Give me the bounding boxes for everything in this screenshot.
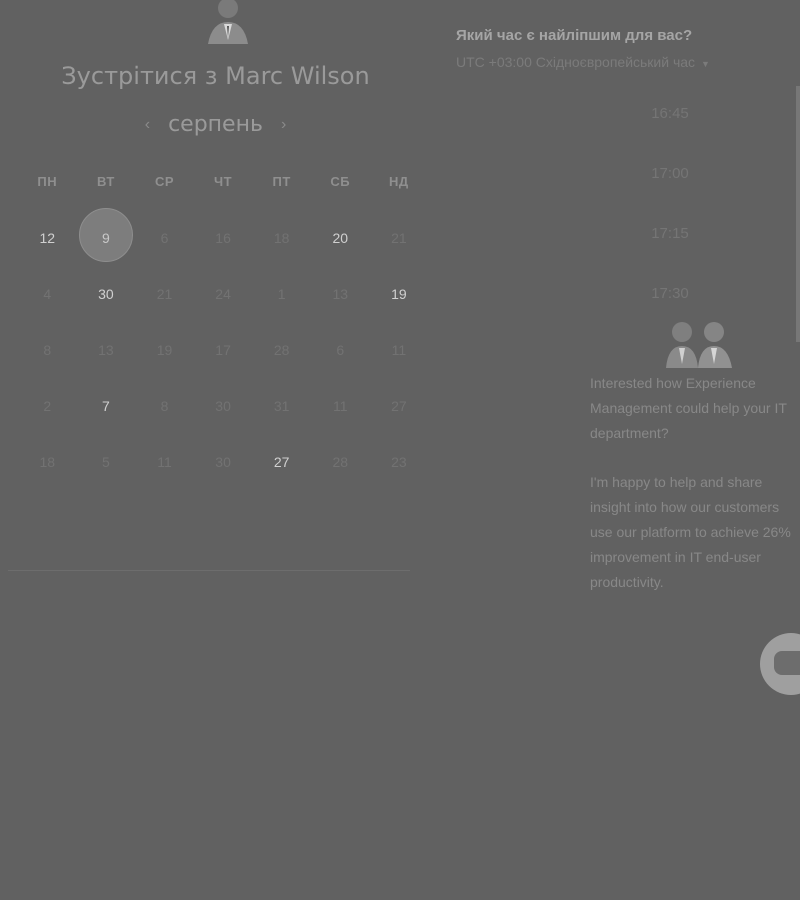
calendar-day[interactable]: 28 <box>311 453 370 509</box>
calendar-day[interactable]: 27 <box>370 397 429 453</box>
calendar-day[interactable]: 19 <box>370 285 429 341</box>
next-month-icon[interactable]: › <box>281 116 286 134</box>
time-slot[interactable]: 17:00 <box>560 148 780 208</box>
calendar-day[interactable]: 31 <box>252 397 311 453</box>
chat-button[interactable] <box>760 633 800 695</box>
calendar-day[interactable]: 5 <box>77 453 136 509</box>
calendar-day[interactable]: 11 <box>135 453 194 509</box>
host-avatar <box>208 0 248 44</box>
weekday-label: СБ <box>330 174 351 189</box>
calendar-day[interactable]: 23 <box>370 453 429 509</box>
calendar-day[interactable]: 16 <box>194 229 253 285</box>
prev-month-icon[interactable]: ‹ <box>145 116 150 134</box>
weekday-label: СР <box>154 174 175 189</box>
calendar-day[interactable]: 21 <box>135 285 194 341</box>
chat-bubble-icon <box>774 651 800 675</box>
month-navigation: ‹ серпень › <box>8 112 423 137</box>
time-slot[interactable]: 16:45 <box>560 88 780 148</box>
calendar-day[interactable]: 20 <box>311 229 370 285</box>
promo-body: I'm happy to help and share insight into… <box>590 474 791 590</box>
team-avatars-icon <box>666 322 732 368</box>
calendar-day[interactable]: 27 <box>252 453 311 509</box>
calendar-week: 18 5 11 30 27 28 23 <box>18 453 430 509</box>
promo-intro: Interested how Experience Management cou… <box>590 375 787 441</box>
calendar-day[interactable]: 21 <box>370 229 429 285</box>
time-question: Який час є найліпшим для вас? <box>456 27 693 44</box>
calendar-day[interactable]: 6 <box>311 341 370 397</box>
calendar-day[interactable]: 4 <box>18 285 77 341</box>
calendar-day[interactable]: 1 <box>252 285 311 341</box>
calendar-day[interactable]: 7 <box>77 397 136 453</box>
calendar-week: 8 13 19 17 28 6 11 <box>18 341 430 397</box>
calendar-week: 2 7 8 30 31 11 27 <box>18 397 430 453</box>
calendar-day[interactable]: 30 <box>194 397 253 453</box>
calendar-day[interactable]: 8 <box>135 397 194 453</box>
booking-page: Зустрітися з Marc Wilson ‹ серпень › ПН … <box>0 0 800 900</box>
calendar-day[interactable]: 28 <box>252 341 311 397</box>
time-slot[interactable]: 17:15 <box>560 208 780 268</box>
calendar-day[interactable]: 30 <box>194 453 253 509</box>
weekday-header: ПН ВТ СР ЧТ ПТ СБ НД <box>18 174 430 189</box>
calendar-day[interactable]: 11 <box>311 397 370 453</box>
calendar-day[interactable]: 18 <box>18 453 77 509</box>
timezone-select[interactable]: UTC +03:00 Східноєвропейський час ▼ <box>456 54 710 70</box>
calendar-week: 4 30 21 24 1 13 19 <box>18 285 430 341</box>
time-slot-list: 16:45 17:00 17:15 17:30 <box>560 88 780 328</box>
calendar-day[interactable]: 2 <box>18 397 77 453</box>
meeting-title: Зустрітися з Marc Wilson <box>61 62 370 90</box>
calendar-day[interactable]: 17 <box>194 341 253 397</box>
weekday-label: ПТ <box>272 174 291 189</box>
calendar-day[interactable]: 6 <box>135 229 194 285</box>
calendar-day[interactable]: 30 <box>77 285 136 341</box>
timezone-label: UTC +03:00 Східноєвропейський час <box>456 54 696 70</box>
time-slot-scrollbar[interactable] <box>796 86 800 342</box>
calendar-panel: Зустрітися з Marc Wilson ‹ серпень › ПН … <box>8 0 410 571</box>
calendar-day[interactable]: 8 <box>18 341 77 397</box>
weekday-label: ПН <box>37 174 58 189</box>
calendar-day[interactable]: 11 <box>370 341 429 397</box>
calendar-day[interactable]: 24 <box>194 285 253 341</box>
calendar-day[interactable]: 13 <box>77 341 136 397</box>
weekday-label: ЧТ <box>214 174 233 189</box>
calendar-day[interactable]: 19 <box>135 341 194 397</box>
weekday-label: НД <box>389 174 409 189</box>
calendar-week: 12 9 6 16 18 20 21 <box>18 208 430 285</box>
calendar-day[interactable]: 13 <box>311 285 370 341</box>
chevron-down-icon: ▼ <box>701 59 710 69</box>
calendar-day-selected[interactable]: 9 <box>77 208 136 285</box>
month-label: серпень <box>168 112 263 137</box>
calendar-day[interactable]: 18 <box>252 229 311 285</box>
calendar-day[interactable]: 12 <box>18 229 77 285</box>
weekday-label: ВТ <box>96 174 115 189</box>
